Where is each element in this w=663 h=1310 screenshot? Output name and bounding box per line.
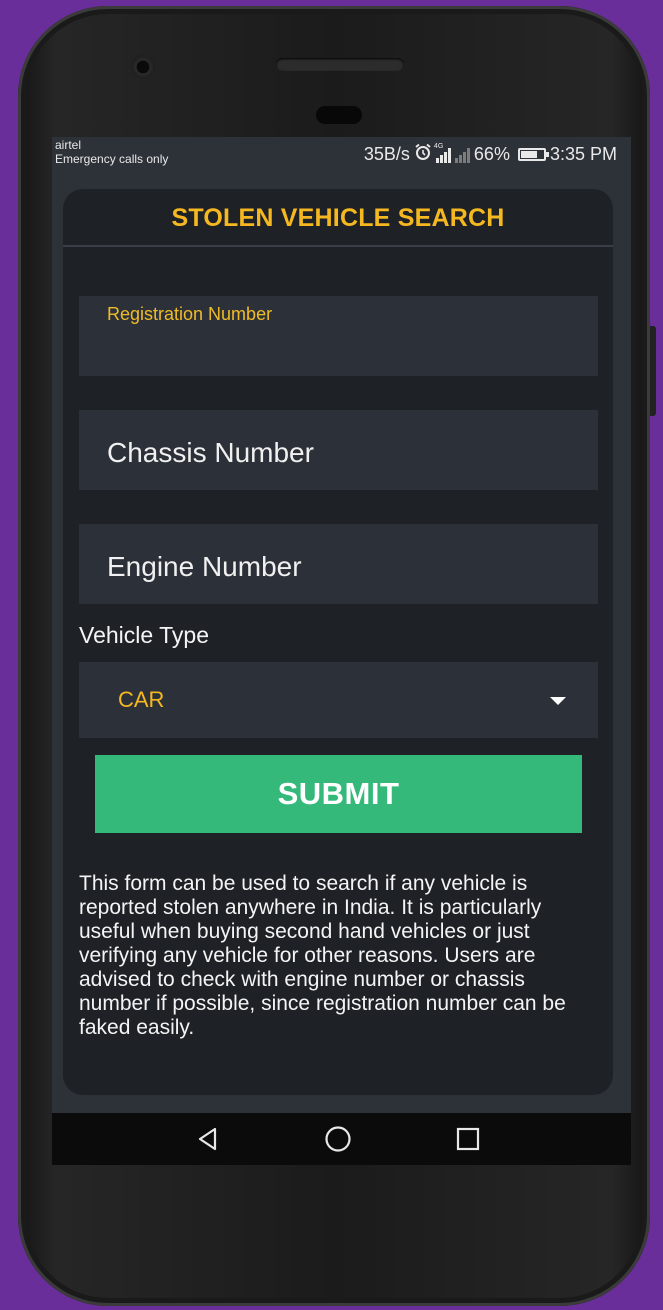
- engine-number-field[interactable]: Engine Number: [79, 524, 598, 604]
- vehicle-type-value: CAR: [118, 687, 165, 712]
- front-camera: [131, 55, 155, 79]
- back-icon[interactable]: [173, 1113, 243, 1165]
- search-card: STOLEN VEHICLE SEARCH Registration Numbe…: [63, 189, 613, 1095]
- alarm-icon: [414, 143, 432, 166]
- carrier-name: airtel: [55, 138, 82, 152]
- battery-percent: 66%: [473, 144, 510, 164]
- recents-icon[interactable]: [433, 1113, 503, 1165]
- clock: 3:35 PM: [549, 144, 617, 164]
- battery-icon: [517, 148, 549, 161]
- screen: airtel Emergency calls only 35B/s 4G 66%: [52, 137, 631, 1165]
- card-header: STOLEN VEHICLE SEARCH: [63, 189, 613, 247]
- registration-number-input[interactable]: [107, 330, 571, 358]
- dropdown-caret-icon[interactable]: [550, 697, 566, 705]
- earpiece-speaker: [276, 58, 404, 71]
- status-bar: airtel Emergency calls only 35B/s 4G 66%: [52, 137, 631, 173]
- network-type-label: 4G: [433, 142, 444, 150]
- chassis-number-field[interactable]: Chassis Number: [79, 410, 598, 490]
- form-description: This form can be used to search if any v…: [79, 872, 566, 1039]
- chassis-number-placeholder: Chassis Number: [107, 437, 314, 468]
- page-title: STOLEN VEHICLE SEARCH: [171, 203, 505, 232]
- signal-icon: 4G: [434, 143, 451, 163]
- registration-number-label: Registration Number: [107, 304, 273, 324]
- navigation-bar: [52, 1113, 631, 1165]
- vehicle-type-select[interactable]: CAR: [79, 662, 598, 738]
- side-button: [650, 326, 656, 416]
- home-icon[interactable]: [303, 1113, 373, 1165]
- carrier-info: airtel Emergency calls only: [55, 138, 168, 166]
- status-indicators: 35B/s 4G 66% 3:35 PM: [364, 143, 617, 166]
- signal-no-sim-icon: [454, 147, 470, 163]
- network-speed: 35B/s: [363, 144, 410, 164]
- proximity-sensor: [316, 106, 362, 124]
- carrier-status: Emergency calls only: [55, 152, 169, 166]
- engine-number-placeholder: Engine Number: [107, 551, 302, 582]
- submit-button[interactable]: SUBMIT: [95, 755, 582, 833]
- vehicle-type-label: Vehicle Type: [79, 622, 210, 648]
- registration-number-field[interactable]: Registration Number: [79, 296, 598, 376]
